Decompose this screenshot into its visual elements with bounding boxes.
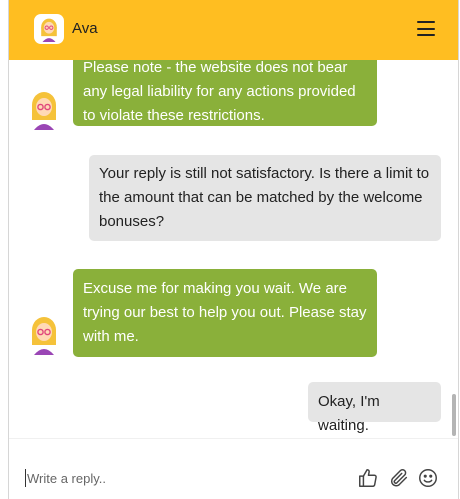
message-line: the amount that can be matched by the we… — [99, 189, 423, 206]
message-scrollbar[interactable] — [452, 394, 456, 436]
message-line: Please note - the website does not bear — [83, 60, 348, 76]
agent-logo — [34, 14, 64, 44]
thumbs-up-icon[interactable] — [357, 467, 379, 489]
reply-composer — [9, 438, 458, 499]
message-line: Okay, I'm waiting. — [318, 393, 380, 434]
paperclip-icon[interactable] — [388, 467, 410, 489]
avatar-icon — [41, 18, 57, 42]
message-line: bonuses? — [99, 213, 165, 230]
agent-avatar — [32, 317, 56, 355]
reply-input[interactable] — [25, 469, 327, 487]
menu-icon[interactable] — [417, 21, 435, 37]
bot-message: Please note - the website does not bear … — [73, 60, 377, 126]
user-message: Okay, I'm waiting. — [308, 382, 441, 434]
bot-message: Excuse me for making you wait. We are tr… — [73, 269, 377, 357]
message-line: any legal liability for any actions prov… — [83, 83, 356, 100]
message-line: Excuse me for making you wait. We are — [83, 280, 347, 297]
message-list[interactable]: Please note - the website does not bear … — [9, 60, 458, 438]
agent-avatar — [32, 92, 56, 130]
chat-header: Ava — [9, 0, 458, 60]
user-message: Your reply is still not satisfactory. Is… — [89, 155, 441, 241]
message-line: to violate these restrictions. — [83, 107, 265, 124]
message-line: Your reply is still not satisfactory. Is… — [99, 165, 430, 182]
message-line: trying our best to help you out. Please … — [83, 304, 367, 321]
message-line: with me. — [83, 328, 139, 345]
chat-widget: Ava Please note - the website does not b… — [8, 0, 459, 499]
emoji-icon[interactable] — [417, 467, 439, 489]
agent-name: Ava — [72, 20, 98, 37]
